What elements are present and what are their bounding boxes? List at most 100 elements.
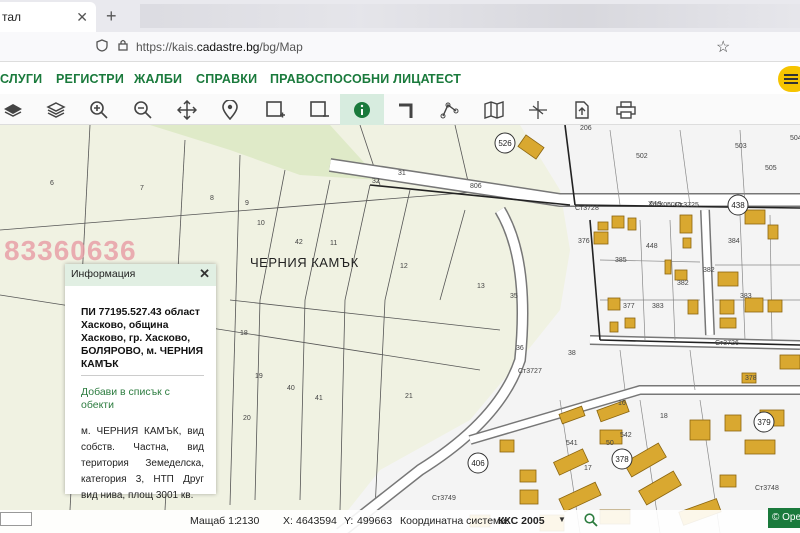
location-pin-icon[interactable]	[217, 97, 243, 122]
y-coord-value: 499663	[357, 515, 393, 527]
pan-icon[interactable]	[174, 97, 200, 122]
map-label: 42	[295, 239, 303, 246]
map-label: 376	[578, 238, 590, 245]
add-to-list-link[interactable]: Добави в списък с обекти	[81, 386, 204, 412]
select-add-icon[interactable]	[262, 97, 288, 122]
map-label: 526	[498, 139, 512, 148]
map-label: 542	[620, 432, 632, 439]
map-label: 35	[510, 293, 518, 300]
overview-map-toggle[interactable]	[0, 512, 32, 526]
layers-outline-icon[interactable]	[43, 97, 69, 122]
map-label: 13	[477, 283, 485, 290]
chevron-down-icon[interactable]: ▼	[558, 515, 566, 524]
map-label: 40	[287, 385, 295, 392]
tab-title: тал	[2, 10, 22, 24]
map-label: 541	[566, 440, 578, 447]
map-label: 38	[568, 350, 576, 357]
map-label: 383	[652, 303, 664, 310]
map-label: 18	[660, 413, 668, 420]
map-label: 379	[757, 418, 771, 427]
map-label: 12	[400, 263, 408, 270]
map-label: 18	[240, 330, 248, 337]
map-label: 17	[584, 465, 592, 472]
bookmark-star-icon[interactable]: ☆	[716, 37, 730, 57]
map-label: 502	[636, 153, 648, 160]
layers-icon[interactable]	[0, 97, 26, 122]
menu-item-registers[interactable]: РЕГИСТРИ	[56, 72, 124, 86]
map-label: 21	[405, 393, 413, 400]
map-label: 806	[470, 183, 482, 190]
scale-label: Мащаб 1:	[190, 515, 237, 527]
map-label: 385	[615, 257, 627, 264]
map-label: 505	[765, 165, 777, 172]
other-tabs[interactable]	[140, 4, 800, 28]
map-label: 50	[606, 440, 614, 447]
search-icon[interactable]	[584, 513, 598, 530]
map-label: 406	[471, 459, 485, 468]
menu-item-services[interactable]: СЛУГИ	[0, 72, 42, 86]
map-label: 383	[740, 293, 752, 300]
new-tab-icon[interactable]: +	[106, 6, 117, 27]
menu-item-references[interactable]: СПРАВКИ	[196, 72, 257, 86]
shield-icon[interactable]	[96, 39, 108, 55]
map-label: Ст3726	[715, 340, 739, 347]
info-panel-header: Информация ✕	[65, 264, 216, 286]
print-icon[interactable]	[613, 97, 639, 122]
map-label: 9	[245, 200, 249, 207]
scale-value[interactable]: 2130	[236, 515, 259, 527]
map-label: 503	[735, 143, 747, 150]
hamburger-menu-icon[interactable]	[778, 66, 800, 92]
map-label: 382	[703, 267, 715, 274]
osm-attribution[interactable]: © Ope	[768, 508, 800, 528]
map-label: 504	[790, 135, 800, 142]
browser-tab[interactable]: тал ✕	[0, 2, 96, 32]
tab-close-icon[interactable]: ✕	[76, 9, 88, 26]
crs-label: Координатна система:	[400, 515, 510, 527]
menu-item-licensed-persons[interactable]: ПРАВОСПОСОБНИ ЛИЦА	[270, 72, 430, 86]
menu-item-complaints[interactable]: ЖАЛБИ	[134, 72, 182, 86]
map-label: 36	[516, 345, 524, 352]
x-coord-label: X:	[283, 515, 293, 527]
map-label: 378	[615, 455, 629, 464]
info-icon[interactable]	[340, 94, 384, 125]
map-label: 438	[731, 201, 745, 210]
map-status-bar: Мащаб 1: 2130 X: 4643594 Y: 499663 Коорд…	[0, 510, 800, 533]
map-label: 384	[728, 238, 740, 245]
map-label: 377	[623, 303, 635, 310]
select-remove-icon[interactable]	[306, 97, 332, 122]
zoom-in-icon[interactable]	[86, 97, 112, 122]
map-label: 10	[257, 220, 265, 227]
x-coord-value: 4643594	[296, 515, 337, 527]
main-menu: СЛУГИ РЕГИСТРИ ЖАЛБИ СПРАВКИ ПРАВОСПОСОБ…	[0, 62, 800, 94]
parcel-identifier: ПИ 77195.527.43 област Хасково, община Х…	[81, 306, 204, 376]
export-icon[interactable]	[569, 97, 595, 122]
zoom-out-icon[interactable]	[130, 97, 156, 122]
map-label: 8	[210, 195, 214, 202]
map-label: 206	[580, 125, 592, 132]
close-icon[interactable]: ✕	[199, 266, 210, 282]
measure-angle-icon[interactable]	[393, 97, 419, 122]
menu-item-test[interactable]: ТЕСТ	[428, 72, 461, 86]
map-label: 16	[618, 400, 626, 407]
map-label: Ст3727	[518, 368, 542, 375]
lock-icon[interactable]	[118, 39, 128, 54]
map-book-icon[interactable]	[481, 97, 507, 122]
map-label: Ст3748	[755, 485, 779, 492]
map-toolbar	[0, 94, 800, 125]
map-label: 41	[315, 395, 323, 402]
info-panel-title: Информация	[71, 268, 136, 280]
y-coord-label: Y:	[344, 515, 354, 527]
map-label: 32	[372, 178, 380, 185]
crs-select[interactable]: ККС 2005	[498, 515, 545, 527]
url-text[interactable]: https://kais.cadastre.bg/bg/Map	[136, 40, 303, 54]
map-label: 378	[745, 375, 757, 382]
cadastre-watermark-number: 83360636	[4, 235, 137, 266]
map-label: 11	[330, 240, 337, 247]
map-label: Ст3728	[575, 205, 599, 212]
address-bar[interactable]: https://kais.cadastre.bg/bg/Map ☆	[0, 32, 800, 62]
parcel-properties: м. ЧЕРНИЯ КАМЪК, вид собств. Частна, вид…	[81, 426, 204, 501]
map-label: 20	[243, 415, 251, 422]
locality-label: ЧЕРНИЯ КАМЪК	[250, 255, 359, 270]
coordinates-icon[interactable]	[525, 97, 551, 122]
measure-polyline-icon[interactable]	[437, 97, 463, 122]
